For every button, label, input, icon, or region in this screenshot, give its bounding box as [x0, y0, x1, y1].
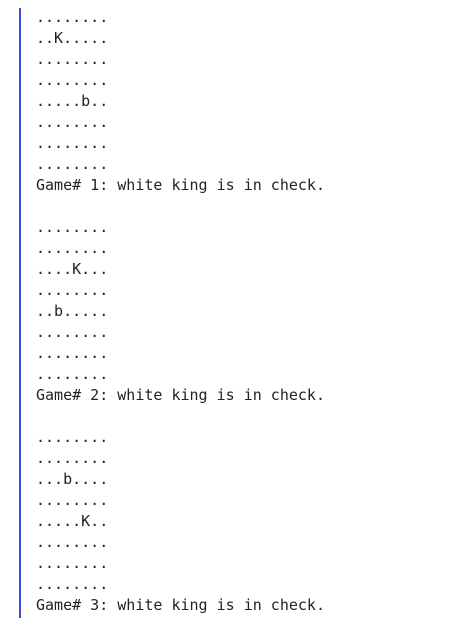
- game-block-1: ........ ..K..... ........ ........ ....…: [36, 7, 466, 196]
- board-row: .....K..: [36, 512, 109, 530]
- board-row: ....K...: [36, 260, 109, 278]
- console-output: ........ ..K..... ........ ........ ....…: [36, 7, 466, 637]
- game-result: Game# 2: white king is in check.: [36, 386, 325, 404]
- board-row: ........: [36, 344, 109, 362]
- board-row: ........: [36, 365, 109, 383]
- board-row: ........: [36, 281, 109, 299]
- board-row: ........: [36, 50, 109, 68]
- board-row: ........: [36, 8, 109, 26]
- left-border-rule: [19, 8, 21, 618]
- board-row: ........: [36, 239, 109, 257]
- board-row: ........: [36, 323, 109, 341]
- board-row: ........: [36, 533, 109, 551]
- board-row: .....b..: [36, 92, 109, 110]
- board-row: ........: [36, 575, 109, 593]
- game-result: Game# 1: white king is in check.: [36, 176, 325, 194]
- board-row: ........: [36, 449, 109, 467]
- board-row: ........: [36, 134, 109, 152]
- game-block-2: ........ ........ ....K... ........ ..b.…: [36, 217, 466, 406]
- board-row: ........: [36, 71, 109, 89]
- board-row: ........: [36, 113, 109, 131]
- board-row: ........: [36, 218, 109, 236]
- board-row: ........: [36, 491, 109, 509]
- game-result: Game# 3: white king is in check.: [36, 596, 325, 614]
- board-row: ........: [36, 155, 109, 173]
- game-block-3: ........ ........ ...b.... ........ ....…: [36, 427, 466, 616]
- board-row: ........: [36, 554, 109, 572]
- board-row: ........: [36, 428, 109, 446]
- board-row: ..b.....: [36, 302, 109, 320]
- board-row: ..K.....: [36, 29, 109, 47]
- board-row: ...b....: [36, 470, 109, 488]
